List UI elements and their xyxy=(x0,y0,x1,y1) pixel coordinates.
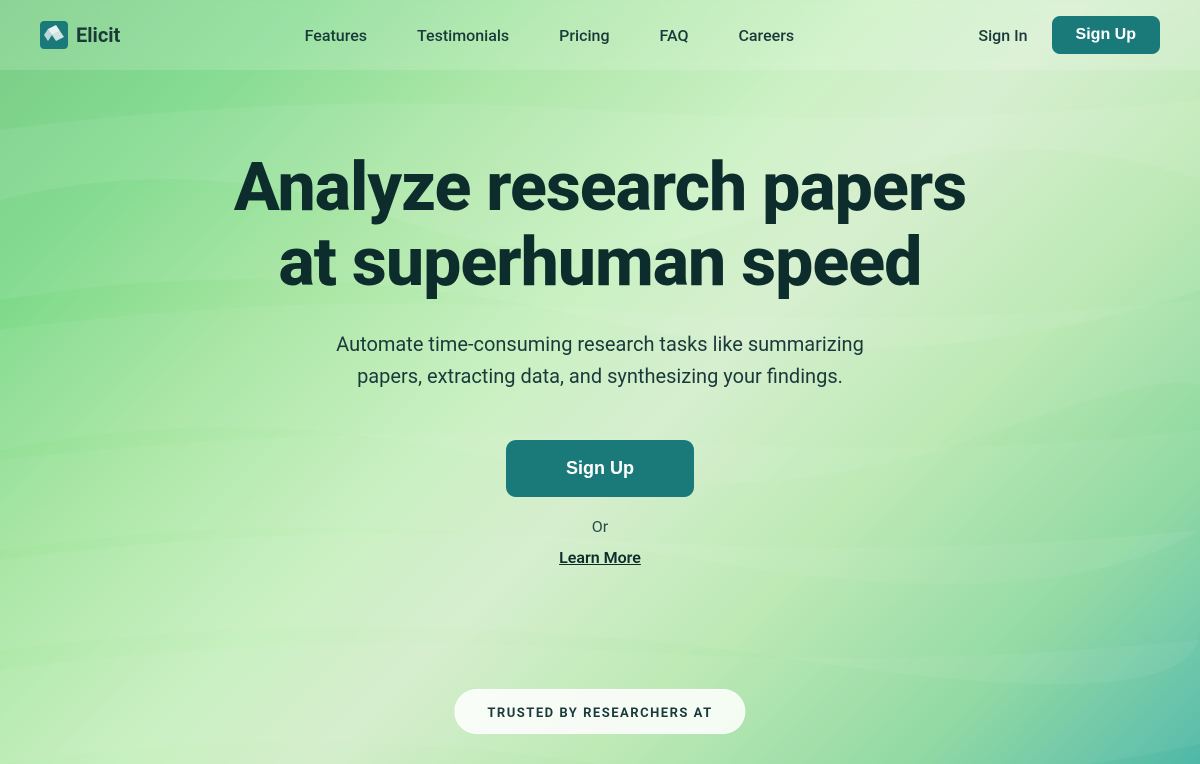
nav-pricing[interactable]: Pricing xyxy=(559,26,609,45)
nav-faq[interactable]: FAQ xyxy=(660,26,689,45)
hero-section: Analyze research papers at superhuman sp… xyxy=(0,70,1200,607)
hero-sign-up-button[interactable]: Sign Up xyxy=(506,440,694,497)
trusted-badge: TRUSTED BY RESEARCHERS AT xyxy=(454,689,745,734)
nav-sign-up-button[interactable]: Sign Up xyxy=(1052,16,1160,54)
nav-links: Features Testimonials Pricing FAQ Career… xyxy=(305,26,794,45)
brand-name: Elicit xyxy=(76,23,120,47)
nav-testimonials[interactable]: Testimonials xyxy=(417,26,509,45)
logo-link[interactable]: Elicit xyxy=(40,21,120,49)
nav-features[interactable]: Features xyxy=(305,26,367,45)
nav-careers[interactable]: Careers xyxy=(738,26,794,45)
nav-actions: Sign In Sign Up xyxy=(978,16,1160,54)
hero-title-line2: at superhuman speed xyxy=(279,222,922,302)
or-text: Or xyxy=(592,517,608,536)
hero-subtitle: Automate time-consuming research tasks l… xyxy=(310,328,890,392)
learn-more-link[interactable]: Learn More xyxy=(559,548,641,567)
hero-title-line1: Analyze research papers xyxy=(234,147,966,227)
logo-icon xyxy=(40,21,68,49)
trusted-text: TRUSTED BY RESEARCHERS AT xyxy=(487,706,712,721)
navbar: Elicit Features Testimonials Pricing FAQ… xyxy=(0,0,1200,70)
hero-title: Analyze research papers at superhuman sp… xyxy=(234,150,966,300)
sign-in-link[interactable]: Sign In xyxy=(978,26,1027,45)
